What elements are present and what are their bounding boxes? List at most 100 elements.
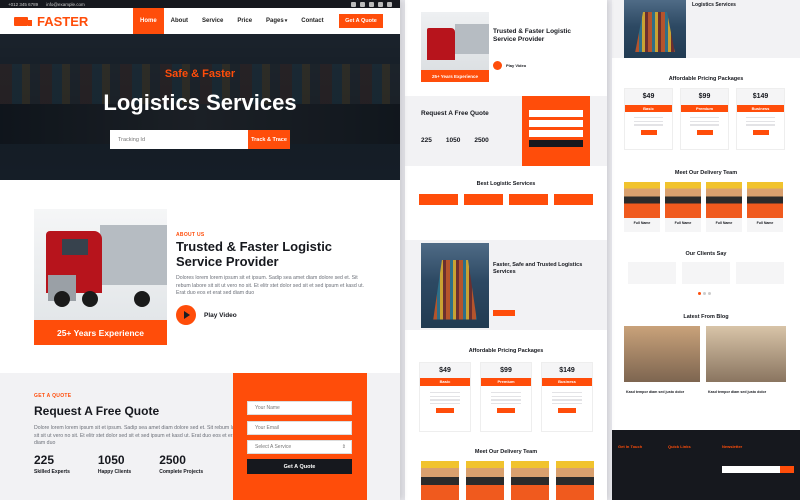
blog-title-tiny: Latest From Blog: [683, 314, 729, 320]
nav-pages[interactable]: Pages ▾: [259, 8, 294, 34]
about-title: Trusted & Faster Logistic Service Provid…: [176, 239, 333, 269]
order-button[interactable]: [640, 129, 657, 135]
brand-name: FASTER: [37, 13, 89, 29]
read-more-button-small[interactable]: [493, 310, 515, 316]
team-member-photo: [421, 461, 459, 500]
price-value: $49: [420, 363, 470, 378]
truck-wheel: [54, 291, 70, 307]
quote-form: Your Name Your Email Select A Service ⇕ …: [233, 373, 367, 500]
blog-image: [624, 326, 700, 382]
play-video-label: Play Video: [204, 311, 237, 319]
price-value: $49: [625, 89, 672, 105]
footer: Get In Touch Quick Links Newsletter: [612, 430, 800, 500]
member-name: Full Name: [665, 218, 701, 232]
order-button[interactable]: [558, 408, 576, 414]
linkedin-icon[interactable]: [369, 1, 374, 7]
plan-name: Basic: [625, 105, 672, 112]
email-field[interactable]: Your Email: [247, 421, 352, 435]
testimonials-row: [628, 262, 784, 284]
footer-links-title: Quick Links: [668, 444, 691, 449]
plan-name: Business: [542, 378, 592, 386]
youtube-icon[interactable]: [387, 1, 392, 7]
submit-button-small[interactable]: [529, 140, 583, 147]
hero-subtitle: Safe & Faster: [164, 68, 236, 80]
feature-title-tiny: Logistics Services: [692, 2, 736, 8]
price-value: $149: [542, 363, 592, 378]
order-button[interactable]: [497, 408, 515, 414]
play-video-small[interactable]: Play Video: [493, 61, 526, 70]
team-member-photo: [747, 182, 783, 218]
blog-post-title[interactable]: Kasd tempor diam sed justo dolor: [626, 390, 700, 394]
nav-service[interactable]: Service: [195, 8, 230, 34]
nav-price[interactable]: Price: [230, 8, 259, 34]
play-video-label-small: Play Video: [506, 63, 527, 68]
submit-quote-button[interactable]: Get A Quote: [247, 459, 352, 474]
brand-logo[interactable]: FASTER: [14, 14, 88, 29]
newsletter-submit[interactable]: [780, 466, 794, 473]
service-card[interactable]: [464, 194, 503, 205]
stats-row: 225 Skilled Experts 1050 Happy Clients 2…: [34, 453, 203, 475]
about-title-small: Trusted & Faster Logistic Service Provid…: [493, 28, 572, 43]
tracking-input[interactable]: [110, 130, 248, 149]
pricing-row-tiny: $49 Basic $99 Premium $149 Business: [624, 88, 785, 150]
instagram-icon[interactable]: [378, 1, 383, 7]
service-card[interactable]: [509, 194, 548, 205]
service-card[interactable]: [554, 194, 593, 205]
truck-wheel: [134, 291, 150, 307]
testimonial-card: [628, 262, 676, 284]
stat-number: 225: [421, 137, 432, 144]
about-tag: ABOUT US: [176, 232, 205, 238]
plan-name: Business: [737, 105, 784, 112]
team-member-photo: [511, 461, 549, 500]
order-button[interactable]: [752, 129, 769, 135]
footer-contact-title: Get In Touch: [618, 444, 643, 449]
tracking-form: Track & Trace: [110, 130, 290, 149]
blog-post-title[interactable]: Kasd tempor diam sed justo dolor: [708, 390, 786, 394]
stat-number: 1050: [445, 137, 461, 144]
price-card: $149 Business: [541, 362, 593, 432]
name-field[interactable]: Your Name: [247, 401, 352, 415]
team-card: Full Name: [624, 182, 660, 232]
hero-title: Logistics Services: [103, 90, 297, 115]
quote-form-small: [522, 96, 590, 166]
play-icon[interactable]: [176, 305, 196, 325]
chevron-down-icon: ▾: [284, 18, 288, 24]
play-icon[interactable]: [493, 61, 502, 70]
play-video-button[interactable]: Play Video: [176, 305, 237, 325]
order-button[interactable]: [696, 129, 713, 135]
pricing-title-small: Affordable Pricing Packages: [468, 348, 544, 354]
ship-image-tiny: [624, 0, 686, 58]
price-card: $49 Basic: [419, 362, 471, 432]
social-links: [351, 1, 392, 7]
team-member-photo: [624, 182, 660, 218]
quote-section-small: Request A Free Quote 225 1050 2500: [405, 96, 607, 166]
navbar: FASTER Home About Service Price Pages ▾ C…: [0, 8, 400, 34]
order-button[interactable]: [436, 408, 454, 414]
service-card[interactable]: [419, 194, 458, 205]
service-select[interactable]: Select A Service ⇕: [247, 440, 352, 454]
nav-about[interactable]: About: [164, 8, 195, 34]
quote-tag: GET A QUOTE: [34, 393, 72, 399]
truck-wheel: [82, 291, 98, 307]
twitter-icon[interactable]: [360, 1, 365, 7]
price-card: $99 Premium: [680, 88, 729, 150]
select-arrows-icon: ⇕: [341, 444, 346, 450]
carousel-dots[interactable]: [698, 292, 711, 295]
nav-home[interactable]: Home: [133, 8, 164, 34]
team-member-photo: [466, 461, 504, 500]
get-quote-button[interactable]: Get A Quote: [339, 14, 383, 28]
team-card: Full Name: [747, 182, 783, 232]
track-button[interactable]: Track & Trace: [248, 130, 290, 149]
team-row-tiny: Full Name Full Name Full Name Full Name: [624, 182, 783, 232]
facebook-icon[interactable]: [351, 1, 356, 7]
hero-banner: Safe & Faster Logistics Services Track &…: [0, 34, 400, 180]
nav-contact[interactable]: Contact: [294, 8, 330, 34]
team-title-small: Meet Our Delivery Team: [474, 449, 538, 455]
member-name: Full Name: [624, 218, 660, 232]
main-page: +012 345 6789 info@example.com FASTER Ho…: [0, 0, 400, 500]
team-member-photo: [665, 182, 701, 218]
pricing-row-small: $49 Basic $99 Premium $149 Business: [419, 362, 593, 432]
plan-name: Basic: [420, 378, 470, 386]
services-title: Best Logistic Services: [476, 181, 536, 187]
price-value: $99: [481, 363, 531, 378]
